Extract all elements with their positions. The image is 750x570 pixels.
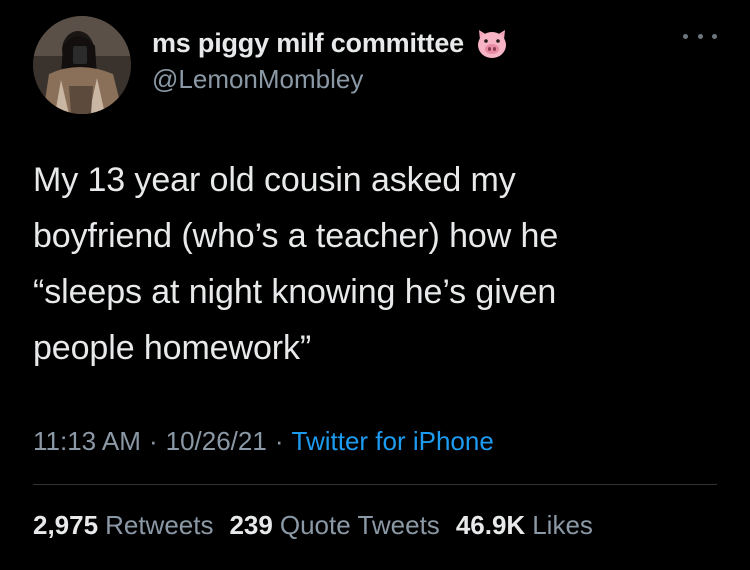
separator: · [274, 425, 284, 456]
retweets-stat[interactable]: 2,975 Retweets [33, 510, 213, 541]
tweet-card: ms piggy milf committee @LemonMombley My… [0, 0, 750, 570]
likes-stat[interactable]: 46.9K Likes [456, 510, 593, 541]
separator: · [148, 425, 158, 456]
divider [33, 484, 717, 485]
pig-face-icon [474, 26, 510, 60]
likes-label: Likes [532, 509, 593, 540]
quote-tweets-stat[interactable]: 239 Quote Tweets [229, 510, 439, 541]
display-name[interactable]: ms piggy milf committee [152, 28, 464, 59]
avatar-image [33, 16, 131, 114]
avatar[interactable] [33, 16, 131, 114]
tweet-time[interactable]: 11:13 AM [33, 426, 141, 457]
more-options-icon[interactable] [683, 26, 717, 46]
tweet-date[interactable]: 10/26/21 [166, 426, 267, 457]
quote-tweets-label: Quote Tweets [279, 509, 440, 540]
author-name-row[interactable]: ms piggy milf committee [152, 26, 510, 60]
dot [712, 33, 717, 39]
likes-count: 46.9K [455, 509, 526, 540]
tweet-text: My 13 year old cousin asked my boyfriend… [33, 161, 559, 367]
tweet-meta: 11:13 AM · 10/26/21 · Twitter for iPhone [33, 423, 494, 459]
dot [697, 33, 703, 39]
retweets-label: Retweets [105, 509, 214, 540]
retweets-count: 2,975 [33, 509, 99, 540]
quote-tweets-count: 239 [229, 509, 273, 540]
dot [683, 33, 688, 39]
tweet-stats: 2,975 Retweets 239 Quote Tweets 46.9K Li… [33, 507, 609, 543]
handle[interactable]: @LemonMombley [152, 64, 363, 95]
tweet-source-link[interactable]: Twitter for iPhone [292, 426, 494, 457]
